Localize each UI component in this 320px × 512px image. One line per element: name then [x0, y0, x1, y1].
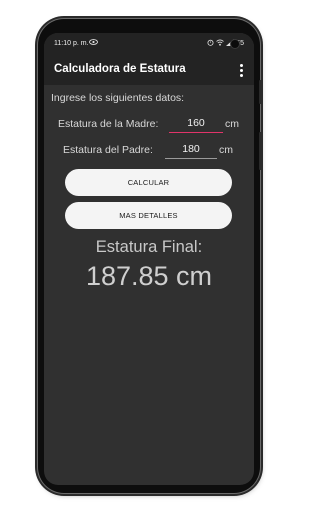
father-height-input[interactable]: 180 — [165, 142, 217, 159]
phone-screen: 11:10 p. m. 65 Calculadora de Estatura I… — [44, 33, 254, 485]
wifi-icon — [216, 39, 224, 48]
volume-button — [259, 80, 262, 104]
father-height-unit: cm — [219, 144, 233, 156]
mother-height-label: Estatura de la Madre: — [58, 118, 159, 130]
app-bar: Calculadora de Estatura — [44, 55, 254, 85]
mother-height-unit: cm — [225, 118, 239, 130]
front-camera — [230, 39, 240, 49]
father-height-label: Estatura del Padre: — [63, 144, 153, 156]
alarm-icon — [207, 39, 214, 48]
instructions-text: Ingrese los siguientes datos: — [51, 92, 185, 104]
more-details-button[interactable]: MAS DETALLES — [65, 202, 232, 229]
app-title: Calculadora de Estatura — [54, 63, 186, 75]
eye-icon — [89, 39, 98, 47]
result-value: 187.85 cm — [85, 261, 213, 291]
calculate-button[interactable]: CALCULAR — [65, 169, 232, 196]
mother-height-input[interactable]: 160 — [169, 116, 223, 133]
status-time: 11:10 p. m. — [54, 40, 89, 47]
status-bar: 11:10 p. m. 65 — [44, 33, 254, 55]
result-label: Estatura Final: — [95, 238, 203, 256]
power-button — [259, 132, 262, 170]
overflow-menu-icon[interactable] — [240, 64, 244, 77]
